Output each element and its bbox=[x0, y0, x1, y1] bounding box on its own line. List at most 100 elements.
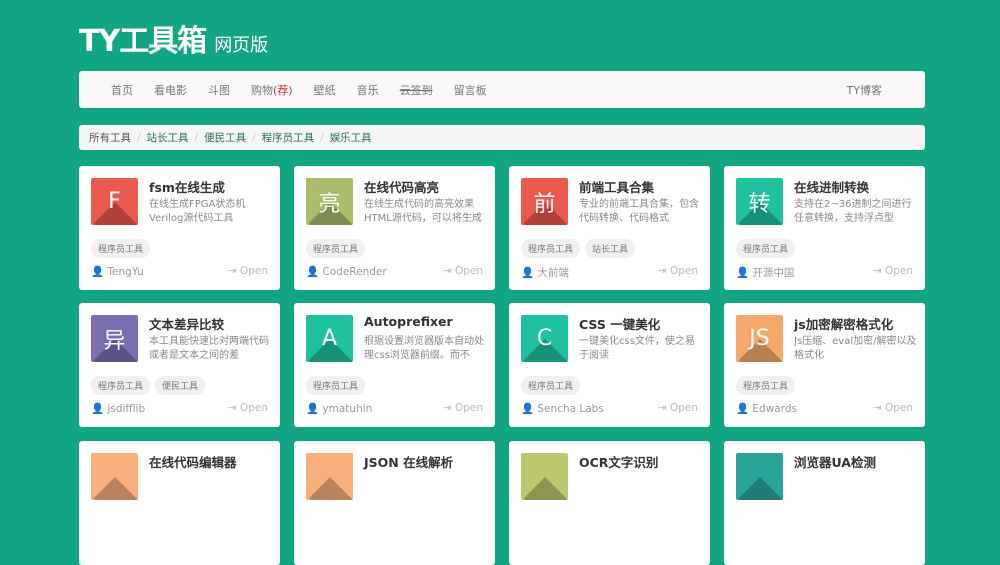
open-button[interactable]: ⇥ Open bbox=[873, 402, 913, 414]
tag[interactable]: 便民工具 bbox=[155, 376, 206, 395]
tool-icon-letter: C bbox=[536, 326, 553, 351]
sign-in-icon: ⇥ bbox=[227, 402, 237, 414]
tag-list: 程序员工具 bbox=[91, 239, 151, 258]
tool-title[interactable]: fsm在线生成 bbox=[149, 177, 225, 196]
nav-movies[interactable]: 看电影 bbox=[154, 82, 187, 98]
site-logo[interactable]: TY工具箱 网页版 bbox=[79, 16, 268, 60]
tool-title[interactable]: 在线进制转换 bbox=[794, 177, 869, 196]
tool-title[interactable]: Autoprefixer bbox=[364, 314, 453, 329]
open-label: Open bbox=[239, 265, 268, 277]
tool-icon bbox=[736, 453, 783, 500]
crumb-webmaster[interactable]: 站长工具 bbox=[147, 130, 189, 145]
tag-list: 程序员工具 bbox=[736, 376, 796, 395]
nav-shop-hot: (荐) bbox=[273, 83, 293, 97]
crumb-programmer[interactable]: 程序员工具 bbox=[262, 130, 315, 145]
site-title: TY工具箱 bbox=[79, 24, 207, 59]
sign-in-icon: ⇥ bbox=[657, 402, 667, 414]
nav-guestbook[interactable]: 留言板 bbox=[454, 82, 487, 98]
author-name: 大前端 bbox=[537, 267, 569, 279]
tool-card[interactable]: C CSS 一键美化 一键美化css文件，使之易于阅读 程序员工具 👤 Senc… bbox=[509, 303, 710, 427]
tag[interactable]: 程序员工具 bbox=[521, 376, 581, 395]
crumb-entertainment[interactable]: 娱乐工具 bbox=[330, 130, 372, 145]
tool-desc bbox=[794, 473, 919, 500]
nav-shop[interactable]: 购物(荐) bbox=[251, 82, 293, 98]
crumb-utility[interactable]: 便民工具 bbox=[204, 130, 246, 145]
author-name: ymatuhin bbox=[322, 403, 373, 415]
tool-card[interactable]: 前 前端工具合集 专业的前端工具合集，包含代码转换、代码格式 程序员工具 站长工具… bbox=[509, 166, 710, 290]
author: 👤 ymatuhin bbox=[306, 402, 372, 415]
user-icon: 👤 bbox=[306, 266, 320, 278]
nav-blog[interactable]: TY博客 bbox=[847, 82, 882, 98]
tool-card[interactable]: A Autoprefixer 根据设置浏览器版本自动处理css浏览器前缀。而不 … bbox=[294, 303, 495, 427]
crumb-sep: / bbox=[194, 131, 199, 144]
tool-card[interactable]: F fsm在线生成 在线生成FPGA状态机Verilog源代码工具 程序员工具 … bbox=[79, 166, 280, 290]
tag[interactable]: 程序员工具 bbox=[736, 376, 796, 395]
author: 👤 Edwards bbox=[736, 402, 797, 415]
tag-list: 程序员工具 bbox=[306, 376, 366, 395]
sign-in-icon: ⇥ bbox=[872, 265, 882, 277]
tool-icon: 转 bbox=[736, 178, 783, 225]
crumb-sep: / bbox=[252, 131, 256, 144]
nav-wallpaper[interactable]: 壁纸 bbox=[314, 82, 336, 98]
open-button[interactable]: ⇥ Open bbox=[658, 265, 698, 277]
tag[interactable]: 程序员工具 bbox=[521, 239, 581, 258]
author-name: 开源中国 bbox=[752, 267, 795, 279]
tool-card[interactable]: 亮 在线代码高亮 在线生成代码的高亮效果HTML源代码，可以将生成 程序员工具 … bbox=[294, 166, 495, 290]
nav-memes[interactable]: 斗图 bbox=[208, 82, 230, 98]
open-label: Open bbox=[884, 265, 913, 277]
tag[interactable]: 站长工具 bbox=[585, 239, 636, 258]
nav-music[interactable]: 音乐 bbox=[357, 82, 379, 98]
top-nav: 首页 看电影 斗图 购物(荐) 壁纸 音乐 云签到 留言板 TY博客 bbox=[79, 71, 925, 108]
tool-icon: A bbox=[306, 315, 353, 362]
nav-checkin[interactable]: 云签到 bbox=[400, 82, 433, 98]
tag[interactable]: 程序员工具 bbox=[306, 376, 366, 395]
tool-desc: 根据设置浏览器版本自动处理css浏览器前缀。而不 bbox=[364, 336, 484, 361]
breadcrumb: 所有工具 / 站长工具 / 便民工具 / 程序员工具 / 娱乐工具 bbox=[79, 125, 925, 150]
tag[interactable]: 程序员工具 bbox=[736, 239, 796, 258]
tool-card[interactable]: JS js加密解密格式化 Js压缩、eval加密/解密以及格式化 程序员工具 👤… bbox=[724, 303, 925, 427]
tool-title[interactable]: 在线代码高亮 bbox=[364, 177, 439, 196]
tool-card[interactable]: 浏览器UA检测 bbox=[724, 441, 925, 565]
open-button[interactable]: ⇥ Open bbox=[443, 265, 483, 277]
tag[interactable]: 程序员工具 bbox=[91, 239, 151, 258]
tag-list: 程序员工具 bbox=[306, 239, 366, 258]
tool-desc: 支持在2~36进制之间进行任意转换，支持浮点型 bbox=[794, 199, 912, 224]
open-button[interactable]: ⇥ Open bbox=[228, 402, 268, 414]
tool-title[interactable]: 前端工具合集 bbox=[579, 177, 654, 196]
open-button[interactable]: ⇥ Open bbox=[228, 265, 268, 277]
user-icon: 👤 bbox=[91, 403, 105, 415]
tool-icon: 前 bbox=[521, 178, 568, 225]
open-label: Open bbox=[454, 265, 483, 277]
open-button[interactable]: ⇥ Open bbox=[443, 402, 483, 414]
open-label: Open bbox=[669, 402, 698, 414]
crumb-all[interactable]: 所有工具 bbox=[89, 130, 131, 145]
tag[interactable]: 程序员工具 bbox=[306, 239, 366, 258]
author: 👤 CodeRender bbox=[306, 265, 387, 278]
nav-home[interactable]: 首页 bbox=[111, 82, 133, 98]
tool-card[interactable]: 异 文本差异比较 本工具能快速比对两端代码或者是文本之间的差 程序员工具 便民工具… bbox=[79, 303, 280, 427]
tool-card[interactable]: 转 在线进制转换 支持在2~36进制之间进行任意转换，支持浮点型 程序员工具 👤… bbox=[724, 166, 925, 290]
tool-icon bbox=[91, 453, 138, 500]
open-button[interactable]: ⇥ Open bbox=[658, 402, 698, 414]
tool-icon-letter: 异 bbox=[103, 328, 126, 354]
tool-title[interactable]: 文本差异比较 bbox=[149, 314, 224, 333]
tag[interactable]: 程序员工具 bbox=[91, 376, 151, 395]
author-name: Sencha Labs bbox=[537, 403, 604, 415]
author-name: jsdifflib bbox=[107, 403, 146, 415]
tool-card[interactable]: 在线代码编辑器 bbox=[79, 441, 280, 565]
tool-icon bbox=[306, 453, 353, 500]
open-button[interactable]: ⇥ Open bbox=[873, 265, 913, 277]
tool-icon-letter: JS bbox=[749, 326, 770, 351]
user-icon: 👤 bbox=[91, 266, 105, 278]
tool-card[interactable]: JSON 在线解析 bbox=[294, 441, 495, 565]
tool-card[interactable]: OCR文字识别 bbox=[509, 441, 710, 565]
tool-desc bbox=[149, 473, 274, 500]
tool-title[interactable]: js加密解密格式化 bbox=[794, 314, 893, 333]
user-icon: 👤 bbox=[306, 403, 320, 415]
site-subtitle: 网页版 bbox=[214, 35, 269, 56]
tool-desc bbox=[364, 473, 489, 500]
user-icon: 👤 bbox=[736, 267, 750, 279]
tool-title[interactable]: CSS 一键美化 bbox=[579, 314, 660, 333]
author: 👤 Sencha Labs bbox=[521, 402, 604, 415]
tool-icon-letter: 前 bbox=[533, 191, 556, 217]
